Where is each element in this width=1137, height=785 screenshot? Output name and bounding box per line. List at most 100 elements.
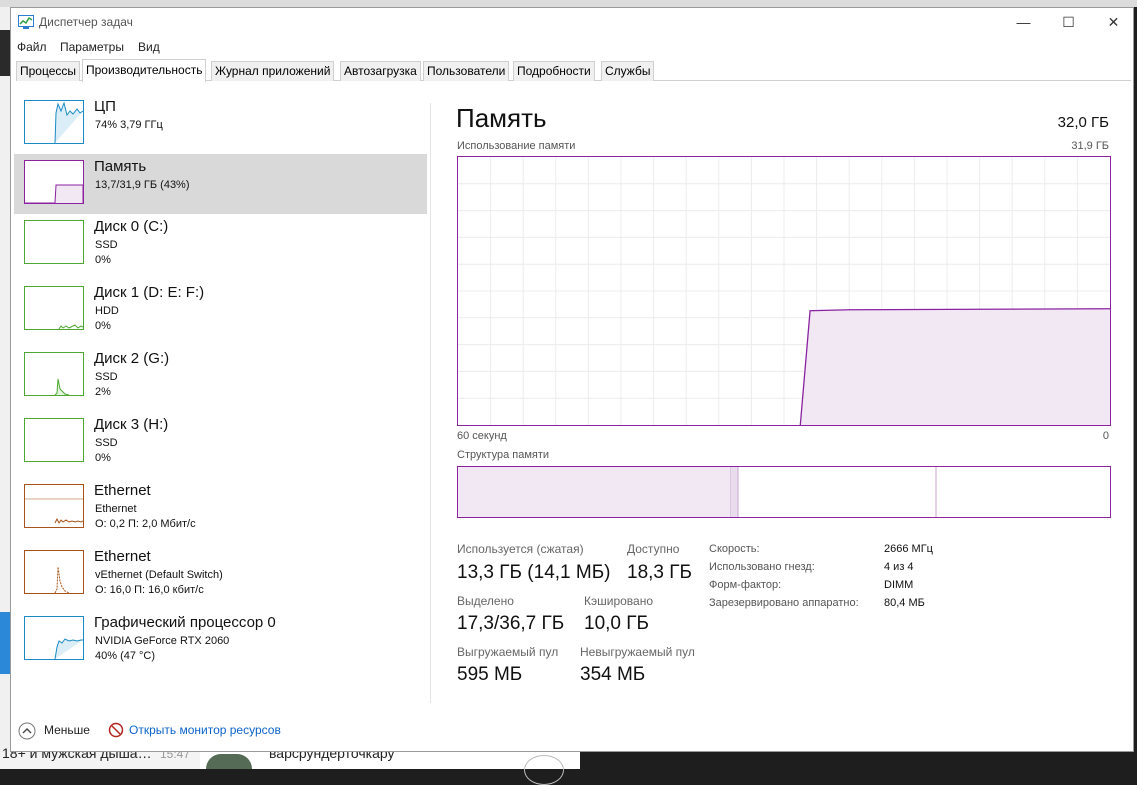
sidebar-item-subtitle: Ethernet: [95, 503, 137, 515]
form-factor-value: DIMM: [884, 579, 914, 591]
usage-graph-label: Использование памяти: [457, 140, 576, 152]
sidebar-item-disk1[interactable]: Диск 1 (D: E: F:) HDD 0%: [14, 280, 427, 340]
sidebar-item-disk0[interactable]: Диск 0 (C:) SSD 0%: [14, 214, 427, 274]
menu-options[interactable]: Параметры: [60, 40, 124, 54]
fewer-details-button[interactable]: Меньше: [44, 723, 90, 737]
structure-label: Структура памяти: [457, 449, 550, 461]
sidebar-item-memory[interactable]: Память 13,7/31,9 ГБ (43%): [14, 154, 427, 214]
browser-tabs-strip: [0, 0, 1137, 7]
sidebar-item-title: Диск 2 (G:): [94, 350, 170, 367]
tab-startup[interactable]: Автозагрузка: [340, 61, 421, 81]
tab-services[interactable]: Службы: [601, 61, 655, 81]
disk2-thumbnail-graph: [24, 352, 84, 396]
speed-label: Скорость:: [709, 543, 760, 555]
hardware-reserved-value: 80,4 МБ: [884, 597, 925, 609]
resource-monitor-icon: [108, 722, 124, 738]
slots-value: 4 из 4: [884, 561, 914, 573]
sidebar-item-value: 2%: [95, 386, 111, 398]
sidebar-item-subtitle: SSD: [95, 371, 118, 383]
sidebar-item-cpu[interactable]: ЦП 74% 3,79 ГГц: [14, 94, 427, 154]
sidebar-item-title: Ethernet: [94, 548, 151, 565]
cached-label: Кэшировано: [584, 594, 654, 608]
memory-total: 32,0 ГБ: [1057, 114, 1109, 131]
cached-value: 10,0 ГБ: [584, 613, 650, 634]
sidebar-item-value: О: 0,2 П: 2,0 Мбит/с: [95, 518, 196, 530]
disk1-thumbnail-graph: [24, 286, 84, 330]
tab-app-history[interactable]: Журнал приложений: [211, 61, 335, 81]
in-use-label: Используется (сжатая): [457, 542, 584, 556]
speed-value: 2666 МГц: [884, 543, 933, 555]
tab-processes[interactable]: Процессы: [16, 61, 81, 81]
tab-details[interactable]: Подробности: [513, 61, 595, 81]
in-use-value: 13,3 ГБ (14,1 МБ): [457, 562, 611, 583]
sidebar-item-subtitle: SSD: [95, 437, 118, 449]
memory-usage-graph: [457, 156, 1111, 426]
sidebar-item-value: 0%: [95, 320, 111, 332]
disk3-thumbnail-graph: [24, 418, 84, 462]
background-circle: [524, 755, 564, 785]
sidebar-item-value: 0%: [95, 254, 111, 266]
sidebar-item-subtitle: HDD: [95, 305, 119, 317]
committed-label: Выделено: [457, 594, 514, 608]
sidebar-item-disk2[interactable]: Диск 2 (G:) SSD 2%: [14, 346, 427, 406]
footer: Меньше Открыть монитор ресурсов: [11, 718, 1133, 748]
nonpaged-pool-value: 354 МБ: [580, 664, 646, 685]
menu-bar: Файл Параметры Вид: [11, 36, 1133, 58]
sidebar-item-subtitle: vEthernet (Default Switch): [95, 569, 223, 581]
vethernet-thumbnail-graph: [24, 550, 84, 594]
paged-pool-label: Выгружаемый пул: [457, 645, 559, 659]
gpu-thumbnail-graph: [24, 616, 84, 660]
hardware-reserved-label: Зарезервировано аппаратно:: [709, 597, 859, 609]
sidebar-item-title: Диск 3 (H:): [94, 416, 169, 433]
sidebar-item-title: Диск 1 (D: E: F:): [94, 284, 205, 301]
page-title: Память: [456, 103, 547, 133]
sidebar-item-subtitle: 13,7/31,9 ГБ (43%): [95, 179, 190, 191]
sidebar-item-title: Память: [94, 158, 147, 175]
tab-users[interactable]: Пользователи: [423, 61, 510, 81]
sidebar-item-title: Графический процессор 0: [94, 614, 276, 631]
paged-pool-value: 595 МБ: [457, 664, 523, 685]
sidebar-item-ethernet[interactable]: Ethernet Ethernet О: 0,2 П: 2,0 Мбит/с: [14, 478, 427, 538]
title-bar[interactable]: Диспетчер задач — ☐ ✕: [11, 8, 1133, 36]
sidebar-item-gpu[interactable]: Графический процессор 0 NVIDIA GeForce R…: [14, 610, 427, 670]
menu-view[interactable]: Вид: [138, 40, 160, 54]
menu-file[interactable]: Файл: [17, 40, 47, 54]
minimize-button[interactable]: —: [1001, 8, 1046, 36]
sidebar-item-value: О: 16,0 П: 16,0 кбит/с: [95, 584, 204, 596]
usage-graph-max: 31,9 ГБ: [1071, 140, 1109, 152]
sidebar-item-value: 0%: [95, 452, 111, 464]
form-factor-label: Форм-фактор:: [709, 579, 782, 591]
memory-thumbnail-graph: [24, 160, 84, 204]
sidebar-item-subtitle: SSD: [95, 239, 118, 251]
sidebar-item-subtitle: NVIDIA GeForce RTX 2060: [95, 635, 230, 647]
sidebar-item-vethernet[interactable]: Ethernet vEthernet (Default Switch) О: 1…: [14, 544, 427, 604]
close-button[interactable]: ✕: [1091, 8, 1136, 36]
chevron-up-icon[interactable]: [18, 722, 36, 740]
available-value: 18,3 ГБ: [627, 562, 693, 583]
window-title: Диспетчер задач: [39, 15, 133, 29]
slots-label: Использовано гнезд:: [709, 561, 815, 573]
task-manager-window: Диспетчер задач — ☐ ✕ Файл Параметры Вид…: [10, 7, 1134, 752]
sidebar-item-title: Ethernet: [94, 482, 151, 499]
maximize-button[interactable]: ☐: [1046, 8, 1091, 36]
sidebar-item-title: ЦП: [94, 98, 116, 115]
committed-value: 17,3/36,7 ГБ: [457, 613, 565, 634]
tab-performance[interactable]: Производительность: [82, 59, 207, 82]
tab-bar: Процессы Производительность Журнал прило…: [16, 59, 1131, 82]
sidebar-item-title: Диск 0 (C:): [94, 218, 169, 235]
panel-divider: [430, 103, 431, 703]
ethernet-thumbnail-graph: [24, 484, 84, 528]
open-resource-monitor-link[interactable]: Открыть монитор ресурсов: [129, 723, 281, 737]
disk0-thumbnail-graph: [24, 220, 84, 264]
graph-time-left: 60 секунд: [457, 430, 507, 442]
nonpaged-pool-label: Невыгружаемый пул: [580, 645, 695, 659]
sidebar-item-value: 40% (47 °C): [95, 650, 156, 662]
available-label: Доступно: [627, 542, 680, 556]
background-blue-block: [0, 612, 10, 674]
sidebar-item-disk3[interactable]: Диск 3 (H:) SSD 0%: [14, 412, 427, 472]
background-dark-block: [0, 30, 10, 76]
background-thumbnail: [206, 754, 252, 769]
task-manager-icon: [18, 15, 34, 29]
graph-time-right: 0: [1102, 430, 1109, 442]
memory-composition-bar: [457, 466, 1111, 518]
